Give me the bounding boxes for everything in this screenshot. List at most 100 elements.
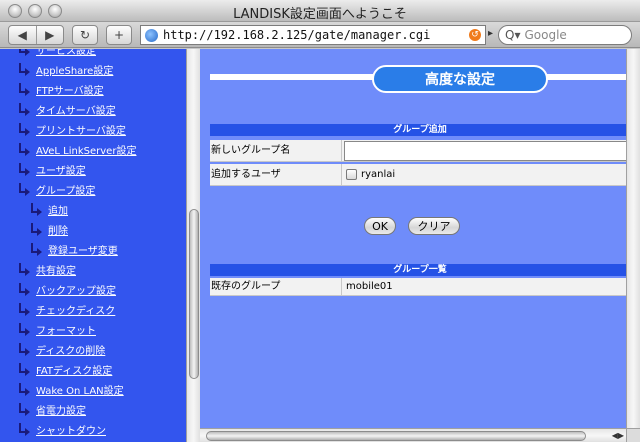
search-placeholder: Google — [524, 28, 567, 42]
sidebar-item-label[interactable]: プリントサーバ設定 — [36, 122, 126, 137]
sidebar-item[interactable]: プリントサーバ設定 — [0, 119, 186, 139]
sidebar-item-label[interactable]: FTPサーバ設定 — [36, 82, 104, 97]
sidebar-scrollbar[interactable] — [186, 49, 200, 442]
bent-arrow-icon — [18, 103, 31, 116]
search-icon: Q▾ — [505, 28, 521, 42]
add-bookmark-button[interactable]: + — [106, 25, 132, 45]
bent-arrow-icon — [30, 243, 43, 256]
existing-group-value: mobile01 — [346, 281, 393, 292]
search-input[interactable]: Q▾ Google — [498, 25, 632, 45]
sidebar-item-label[interactable]: 省電力設定 — [36, 402, 86, 417]
sidebar-item[interactable]: 省電力設定 — [0, 399, 186, 419]
sidebar-item[interactable]: ユーザ設定 — [0, 159, 186, 179]
sidebar-item[interactable]: Wake On LAN設定 — [0, 379, 186, 399]
sidebar-item-label[interactable]: 追加 — [48, 202, 68, 217]
bent-arrow-icon — [18, 343, 31, 356]
bent-arrow-icon — [18, 63, 31, 76]
bent-arrow-icon — [18, 363, 31, 376]
sidebar-item[interactable]: 削除 — [0, 219, 186, 239]
new-group-name-input[interactable] — [344, 141, 636, 161]
ok-button[interactable]: OK — [364, 217, 396, 235]
existing-group-row: 既存のグループ mobile01 — [210, 278, 630, 296]
bent-arrow-icon — [18, 263, 31, 276]
sidebar-scroll-thumb[interactable] — [189, 209, 199, 379]
title-bar: LANDISK設定画面へようこそ — [0, 0, 640, 22]
bent-arrow-icon — [18, 183, 31, 196]
sidebar-item[interactable]: バックアップ設定 — [0, 279, 186, 299]
snapback-icon[interactable]: ↺ — [469, 29, 481, 41]
sidebar-item-label[interactable]: 共有設定 — [36, 262, 76, 277]
clear-button[interactable]: クリア — [408, 217, 460, 235]
main-frame: 高度な設定 グループ追加 新しいグループ名 追加するユーザ ryanlai OK… — [200, 49, 640, 428]
back-button[interactable]: ◀ — [9, 28, 36, 42]
bent-arrow-icon — [18, 403, 31, 416]
sidebar-item[interactable]: AppleShare設定 — [0, 59, 186, 79]
bent-arrow-icon — [18, 323, 31, 336]
sidebar-item-label[interactable]: AppleShare設定 — [36, 62, 113, 77]
window-title: LANDISK設定画面へようこそ — [233, 7, 407, 22]
sidebar-item[interactable]: AVeL LinkServer設定 — [0, 139, 186, 159]
add-group-section-header: グループ追加 — [210, 124, 630, 136]
url-text[interactable]: http://192.168.2.125/gate/manager.cgi — [163, 28, 430, 42]
sidebar-item-label[interactable]: シャットダウン — [36, 422, 106, 437]
sidebar-item-label[interactable]: タイムサーバ設定 — [36, 102, 116, 117]
sidebar-item-label[interactable]: チェックディスク — [36, 302, 115, 317]
sidebar-item-label[interactable]: フォーマット — [36, 322, 96, 337]
sidebar-item-label[interactable]: グループ設定 — [36, 182, 95, 197]
sidebar-item[interactable]: タイムサーバ設定 — [0, 99, 186, 119]
address-bar[interactable]: http://192.168.2.125/gate/manager.cgi ↺ — [140, 25, 486, 45]
new-group-label: 新しいグループ名 — [210, 140, 342, 162]
sidebar-item-label[interactable]: Wake On LAN設定 — [36, 382, 124, 397]
sidebar-item-label[interactable]: バックアップ設定 — [36, 282, 116, 297]
sidebar-item[interactable]: FTPサーバ設定 — [0, 79, 186, 99]
bent-arrow-icon — [18, 143, 31, 156]
bent-arrow-icon — [18, 163, 31, 176]
user-checkbox[interactable] — [346, 169, 357, 180]
bent-arrow-icon — [18, 423, 31, 436]
sidebar-item[interactable]: 共有設定 — [0, 259, 186, 279]
group-list-section-header: グループ一覧 — [210, 264, 630, 276]
forward-button[interactable]: ▶ — [36, 28, 63, 42]
sidebar-item-label[interactable]: ユーザ設定 — [36, 162, 86, 177]
sidebar-item-label[interactable]: サービス設定 — [36, 49, 96, 57]
sidebar-item-label[interactable]: 削除 — [48, 222, 68, 237]
sidebar-item[interactable]: チェックディスク — [0, 299, 186, 319]
sidebar-item[interactable]: 登録ユーザ変更 — [0, 239, 186, 259]
main-vertical-scrollbar[interactable] — [626, 49, 640, 428]
bent-arrow-icon — [18, 383, 31, 396]
globe-icon — [145, 28, 158, 42]
back-forward-buttons: ◀ ▶ — [8, 25, 64, 45]
scroll-arrows-icon[interactable]: ◀▶ — [612, 429, 624, 442]
horizontal-scroll-thumb[interactable] — [206, 431, 586, 441]
bent-arrow-icon — [30, 223, 43, 236]
bent-arrow-icon — [18, 49, 31, 56]
sidebar-item[interactable]: 追加 — [0, 199, 186, 219]
existing-group-label: 既存のグループ — [210, 278, 342, 296]
sidebar-item[interactable]: ディスクの削除 — [0, 339, 186, 359]
sidebar-item-label[interactable]: 登録ユーザ変更 — [48, 242, 118, 257]
sidebar-item[interactable]: グループ設定 — [0, 179, 186, 199]
sidebar-item[interactable]: FATディスク設定 — [0, 359, 186, 379]
page-title: 高度な設定 — [372, 65, 548, 93]
browser-toolbar: ◀ ▶ ↻ + http://192.168.2.125/gate/manage… — [0, 22, 640, 48]
chevron-icon[interactable]: ▸ — [488, 28, 493, 39]
sidebar-item-label[interactable]: FATディスク設定 — [36, 362, 112, 377]
bent-arrow-icon — [30, 203, 43, 216]
bent-arrow-icon — [18, 83, 31, 96]
new-group-row: 新しいグループ名 — [210, 140, 636, 162]
user-checkbox-label[interactable]: ryanlai — [361, 164, 395, 186]
bent-arrow-icon — [18, 303, 31, 316]
reload-button[interactable]: ↻ — [72, 25, 98, 45]
resize-corner[interactable] — [626, 428, 640, 442]
sidebar-item-label[interactable]: AVeL LinkServer設定 — [36, 142, 136, 157]
sidebar-frame: サービス設定 AppleShare設定 FTPサーバ設定 タイムサーバ設定 プリントサー… — [0, 49, 200, 442]
sidebar-item[interactable]: フォーマット — [0, 319, 186, 339]
sidebar-item[interactable]: サービス設定 — [0, 49, 186, 59]
sidebar-item-label[interactable]: ディスクの削除 — [36, 342, 105, 357]
bent-arrow-icon — [18, 283, 31, 296]
sidebar-menu: サービス設定 AppleShare設定 FTPサーバ設定 タイムサーバ設定 プリントサー… — [0, 49, 186, 439]
add-users-label: 追加するユーザ — [210, 164, 342, 186]
main-horizontal-scrollbar[interactable]: ◀▶ — [200, 428, 626, 442]
add-users-row: 追加するユーザ ryanlai — [210, 164, 630, 186]
sidebar-item[interactable]: シャットダウン — [0, 419, 186, 439]
